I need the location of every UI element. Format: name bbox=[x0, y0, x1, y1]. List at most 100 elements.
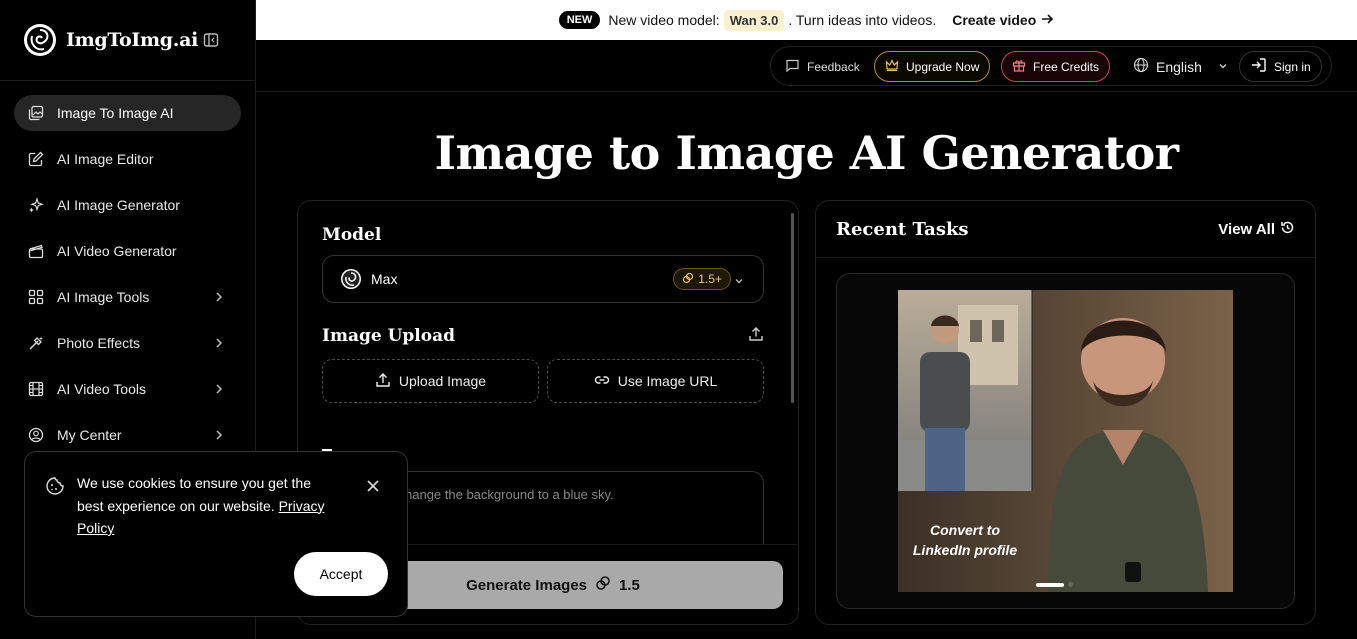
carousel-dots bbox=[1036, 582, 1073, 587]
chevron-right-icon bbox=[213, 290, 225, 304]
film-icon bbox=[28, 381, 44, 397]
sidebar-nav: Image To Image AI AI Image Editor AI Ima… bbox=[14, 95, 241, 463]
edit-icon bbox=[28, 151, 44, 167]
language-select[interactable]: English bbox=[1123, 51, 1239, 82]
upgrade-label: Upgrade Now bbox=[906, 59, 980, 74]
login-icon bbox=[1250, 57, 1267, 76]
cookie-icon bbox=[45, 476, 65, 501]
cookie-banner: We use cookies to ensure you get the bes… bbox=[24, 451, 408, 617]
sparkles-icon bbox=[28, 197, 44, 213]
crown-icon bbox=[885, 58, 899, 75]
accept-cookies-button[interactable]: Accept bbox=[294, 552, 388, 596]
sidebar-item-my-center[interactable]: My Center bbox=[14, 417, 241, 453]
sidebar-item-video-tools[interactable]: AI Video Tools bbox=[14, 371, 241, 407]
caption-line-2: LinkedIn profile bbox=[912, 542, 1018, 558]
sidebar-item-video-generator[interactable]: AI Video Generator bbox=[14, 233, 241, 269]
globe-icon bbox=[1133, 57, 1149, 76]
example-carousel[interactable]: Convert to LinkedIn profile bbox=[836, 273, 1295, 609]
user-circle-icon bbox=[28, 427, 44, 443]
new-badge: NEW bbox=[558, 11, 601, 29]
sidebar-collapse-icon[interactable] bbox=[202, 31, 220, 49]
chevron-right-icon bbox=[213, 382, 225, 396]
brand-name: ImgToImg.ai bbox=[66, 29, 199, 51]
sidebar-item-label: AI Image Editor bbox=[57, 151, 154, 167]
panel-scrollbar[interactable] bbox=[791, 213, 794, 403]
message-icon bbox=[785, 58, 800, 76]
chevron-down-icon bbox=[1217, 59, 1229, 75]
upload-image-label: Upload Image bbox=[398, 373, 487, 389]
sidebar-item-label: AI Image Generator bbox=[57, 197, 180, 213]
feedback-button[interactable]: Feedback bbox=[775, 51, 870, 82]
slide-caption: Convert to LinkedIn profile bbox=[898, 520, 1032, 560]
close-icon[interactable] bbox=[365, 478, 381, 494]
model-value: Max bbox=[371, 271, 398, 287]
arrow-right-icon bbox=[1040, 12, 1054, 29]
model-heading: Model bbox=[322, 225, 382, 245]
recent-tasks-panel: Recent Tasks View All Convert to LinkedI… bbox=[815, 200, 1316, 625]
caption-line-1: Convert to bbox=[930, 522, 1000, 538]
sidebar-item-label: Photo Effects bbox=[57, 335, 141, 351]
banner-text-after: . Turn ideas into videos. bbox=[788, 12, 937, 28]
sidebar-item-image-editor[interactable]: AI Image Editor bbox=[14, 141, 241, 177]
generate-label: Generate Images bbox=[466, 576, 588, 594]
sidebar-item-label: AI Image Tools bbox=[57, 289, 150, 305]
link-icon bbox=[594, 372, 610, 391]
language-label: English bbox=[1156, 58, 1202, 75]
use-image-url-label: Use Image URL bbox=[617, 373, 718, 389]
sidebar-item-photo-effects[interactable]: Photo Effects bbox=[14, 325, 241, 361]
coin-link-icon bbox=[595, 575, 611, 595]
chevron-right-icon bbox=[213, 336, 225, 350]
images-icon bbox=[28, 105, 44, 121]
use-image-url-button[interactable]: Use Image URL bbox=[547, 359, 764, 403]
sidebar-item-label: AI Video Tools bbox=[57, 381, 146, 397]
sidebar-divider bbox=[0, 80, 256, 81]
wand-icon bbox=[28, 335, 44, 351]
coin-link-icon bbox=[682, 272, 694, 287]
generate-cost: 1.5 bbox=[619, 576, 640, 594]
feedback-label: Feedback bbox=[807, 59, 860, 74]
free-credits-button[interactable]: Free Credits bbox=[1001, 51, 1111, 82]
app-root: ImgToImg.ai Image To Image AI AI Image E… bbox=[0, 0, 1357, 639]
grid-icon bbox=[28, 289, 44, 305]
chevron-right-icon bbox=[213, 428, 225, 442]
header-toolbar: Feedback Upgrade Now Free Credits Englis… bbox=[770, 46, 1332, 86]
banner-text: New video model: bbox=[608, 12, 720, 28]
free-credits-label: Free Credits bbox=[1033, 59, 1100, 74]
clapperboard-icon bbox=[28, 243, 44, 259]
sign-in-button[interactable]: Sign in bbox=[1239, 51, 1322, 82]
sign-in-label: Sign in bbox=[1274, 59, 1311, 74]
sidebar-item-label: AI Video Generator bbox=[57, 243, 177, 259]
upgrade-button[interactable]: Upgrade Now bbox=[874, 51, 991, 82]
sidebar-item-image-tools[interactable]: AI Image Tools bbox=[14, 279, 241, 315]
share-upload-icon[interactable] bbox=[748, 326, 764, 347]
brand[interactable]: ImgToImg.ai bbox=[24, 24, 198, 56]
carousel-dot[interactable] bbox=[1068, 582, 1073, 587]
view-all-label: View All bbox=[1218, 221, 1275, 238]
model-badge: Wan 3.0 bbox=[723, 9, 785, 31]
model-select[interactable]: Max 1.5+ bbox=[322, 255, 764, 303]
swirl-logo-icon bbox=[24, 24, 56, 56]
history-icon bbox=[1280, 220, 1295, 239]
create-video-link[interactable]: Create video bbox=[952, 12, 1054, 29]
sidebar-item-image-to-image[interactable]: Image To Image AI bbox=[14, 95, 241, 131]
recent-divider bbox=[816, 257, 1315, 258]
model-cost-badge: 1.5+ bbox=[673, 268, 731, 290]
cookie-text: We use cookies to ensure you get the bes… bbox=[77, 475, 311, 514]
model-logo-icon bbox=[341, 269, 361, 289]
recent-tasks-title: Recent Tasks bbox=[836, 219, 969, 240]
page-title: Image to Image AI Generator bbox=[434, 126, 1179, 180]
sidebar-item-label: My Center bbox=[57, 427, 122, 443]
example-slide-image: Convert to LinkedIn profile bbox=[898, 290, 1233, 592]
sidebar-item-image-generator[interactable]: AI Image Generator bbox=[14, 187, 241, 223]
prompt-placeholder: hange the background to a blue sky. bbox=[405, 487, 614, 502]
carousel-dot-active[interactable] bbox=[1036, 582, 1064, 587]
upload-icon bbox=[375, 372, 391, 391]
create-video-label: Create video bbox=[952, 12, 1037, 28]
announcement-banner: NEW New video model: Wan 3.0 . Turn idea… bbox=[256, 0, 1357, 40]
image-upload-heading: Image Upload bbox=[322, 326, 455, 346]
cookie-message: We use cookies to ensure you get the bes… bbox=[77, 472, 337, 540]
view-all-link[interactable]: View All bbox=[1218, 220, 1295, 239]
upload-image-button[interactable]: Upload Image bbox=[322, 359, 539, 403]
gift-icon bbox=[1012, 58, 1026, 75]
chevron-down-icon bbox=[733, 274, 745, 290]
